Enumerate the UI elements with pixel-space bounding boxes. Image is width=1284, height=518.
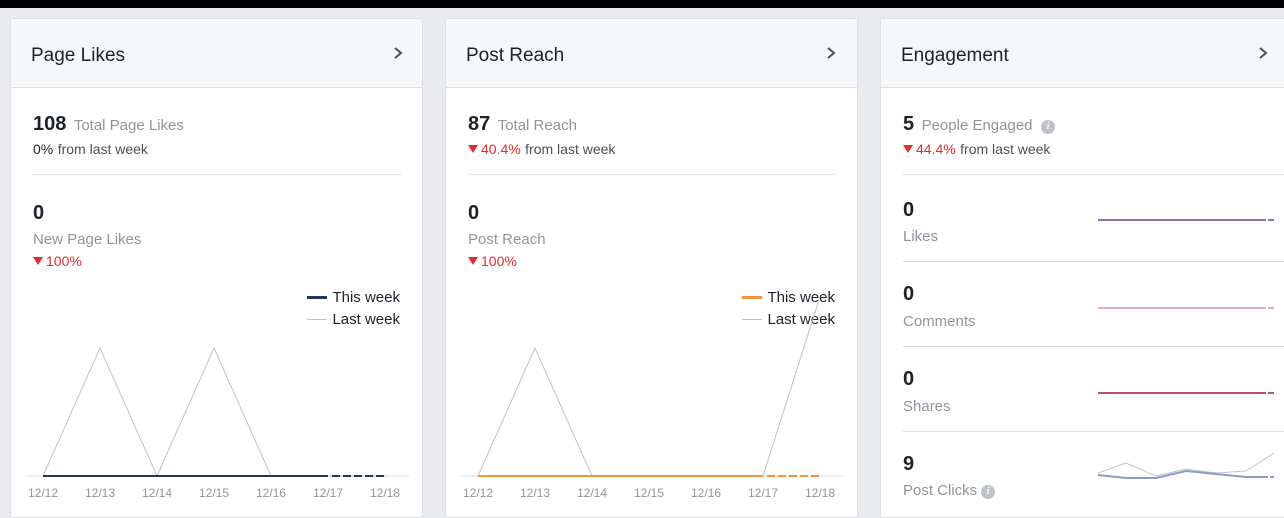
post-reach-chart: 12/12 12/13 12/14 12/15 12/16 12/17 12/18	[460, 296, 844, 500]
engagement-change-label: from last week	[960, 141, 1051, 157]
x-tick-label: 12/15	[634, 486, 664, 500]
series-last-week	[477, 296, 821, 477]
top-border	[0, 0, 1284, 8]
shares-label: Shares	[903, 398, 951, 415]
chevron-right-icon[interactable]	[1256, 43, 1270, 63]
likes-value: 0	[903, 199, 915, 221]
x-tick-label: 12/16	[256, 486, 286, 500]
series-last-week	[42, 346, 385, 478]
x-tick-label: 12/17	[748, 486, 778, 500]
x-tick-label: 12/16	[691, 486, 721, 500]
divider	[903, 261, 1284, 262]
post-clicks-label: Post Clicks i	[903, 482, 996, 499]
engagement-change: 44.4% from last week	[903, 141, 1050, 159]
info-icon[interactable]: i	[1040, 120, 1055, 134]
x-tick-label: 12/15	[199, 486, 229, 500]
divider	[903, 431, 1284, 432]
engagement-card: Engagement 5 People Engaged i 44.4% from…	[880, 18, 1284, 518]
comments-label: Comments	[903, 313, 976, 330]
engagement-change-number: 44.4%	[916, 141, 956, 157]
divider	[903, 174, 1284, 175]
shares-value: 0	[903, 368, 915, 390]
x-tick-label: 12/14	[142, 486, 172, 500]
x-tick-label: 12/12	[463, 486, 493, 500]
comments-sparkline	[1098, 307, 1274, 309]
shares-sparkline	[1098, 392, 1274, 394]
comments-value: 0	[903, 283, 915, 305]
people-engaged-value: 5	[903, 113, 915, 135]
x-tick-label: 12/14	[577, 486, 607, 500]
post-clicks-value: 9	[903, 453, 915, 475]
down-triangle-icon	[903, 145, 913, 153]
page-likes-chart: 12/12 12/13 12/14 12/15 12/16 12/17 12/18	[25, 346, 409, 500]
x-tick-label: 12/18	[805, 486, 835, 500]
info-icon[interactable]: i	[981, 485, 996, 499]
x-tick-label: 12/18	[370, 486, 400, 500]
people-engaged: 5 People Engaged i	[903, 113, 1055, 136]
x-tick-label: 12/13	[520, 486, 550, 500]
likes-label: Likes	[903, 228, 939, 245]
post-clicks-sparkline	[1097, 452, 1275, 479]
post-clicks-label-text: Post Clicks	[903, 482, 978, 499]
x-tick-label: 12/12	[28, 486, 58, 500]
post-reach-card: Post Reach 87 Total Reach 40.4% from las…	[445, 18, 858, 518]
engagement-header[interactable]: Engagement	[881, 19, 1284, 88]
divider	[903, 346, 1284, 347]
page-likes-card: Page Likes 108 Total Page Likes 0% from …	[10, 18, 423, 518]
x-tick-label: 12/17	[313, 486, 343, 500]
engagement-title: Engagement	[901, 45, 1009, 66]
x-tick-label: 12/13	[85, 486, 115, 500]
people-engaged-label: People Engaged	[921, 117, 1033, 134]
engagement-change-value: 44.4%	[903, 141, 956, 157]
likes-sparkline	[1098, 219, 1274, 221]
